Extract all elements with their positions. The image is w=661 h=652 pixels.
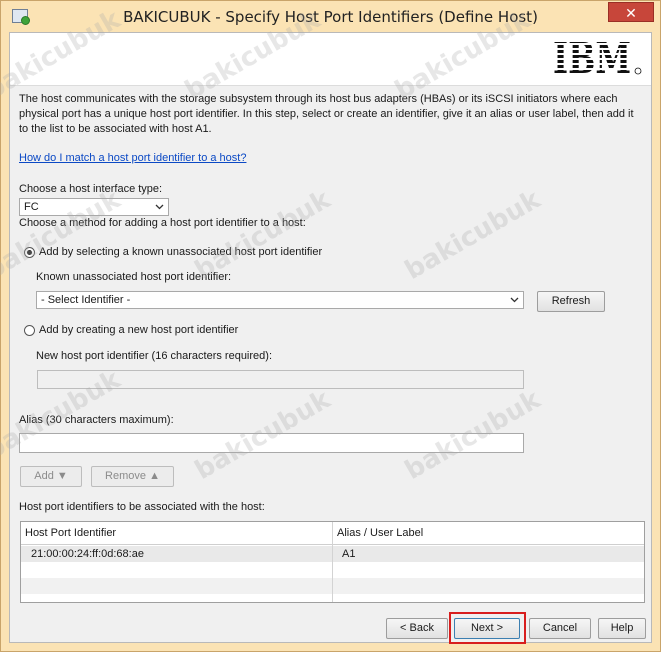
- table-label: Host port identifiers to be associated w…: [19, 501, 265, 513]
- radio-new-label: Add by creating a new host port identifi…: [39, 324, 239, 336]
- help-link[interactable]: How do I match a host port identifier to…: [19, 152, 246, 164]
- cell-identifier: 21:00:00:24:ff:0d:68:ae: [31, 548, 144, 560]
- new-identifier-input[interactable]: [37, 370, 524, 389]
- dialog-body: IBM The host communicates with the stora…: [9, 32, 652, 644]
- alias-input[interactable]: [19, 433, 524, 453]
- column-header-alias[interactable]: Alias / User Label: [333, 522, 423, 544]
- close-button[interactable]: ✕: [608, 2, 654, 22]
- title-bar[interactable]: BAKICUBUK - Specify Host Port Identifier…: [1, 1, 660, 32]
- add-button[interactable]: Add ▼: [20, 466, 82, 487]
- known-identifier-label: Known unassociated host port identifier:: [36, 271, 232, 283]
- radio-known-label: Add by selecting a known unassociated ho…: [39, 246, 323, 258]
- column-divider: [332, 522, 333, 602]
- remove-button[interactable]: Remove ▲: [91, 466, 174, 487]
- alias-label: Alias (30 characters maximum):: [19, 414, 174, 426]
- new-identifier-label: New host port identifier (16 characters …: [36, 350, 272, 362]
- interface-type-label: Choose a host interface type:: [19, 183, 163, 195]
- radio-known-identifier[interactable]: [24, 247, 35, 258]
- interface-type-select[interactable]: FC: [19, 198, 169, 216]
- cancel-button[interactable]: Cancel: [529, 618, 591, 639]
- column-header-identifier[interactable]: Host Port Identifier: [21, 522, 116, 544]
- refresh-button[interactable]: Refresh: [537, 291, 605, 312]
- svg-text:IBM: IBM: [553, 40, 631, 76]
- known-identifier-value: - Select Identifier -: [41, 294, 131, 306]
- interface-type-value: FC: [24, 201, 39, 213]
- chevron-down-icon: [155, 204, 164, 210]
- method-label: Choose a method for adding a host port i…: [19, 217, 306, 229]
- cell-alias: A1: [342, 548, 356, 560]
- description-text: The host communicates with the storage s…: [19, 93, 634, 135]
- help-button[interactable]: Help: [598, 618, 646, 639]
- next-button[interactable]: Next >: [454, 618, 520, 639]
- header-band: IBM: [10, 33, 651, 86]
- host-port-table[interactable]: Host Port Identifier Alias / User Label …: [20, 521, 645, 603]
- ibm-logo: IBM: [553, 40, 642, 76]
- window-title: BAKICUBUK - Specify Host Port Identifier…: [123, 8, 538, 26]
- radio-new-identifier[interactable]: [24, 325, 35, 336]
- chevron-down-icon: [510, 297, 519, 303]
- known-identifier-select[interactable]: - Select Identifier -: [36, 291, 524, 309]
- back-button[interactable]: < Back: [386, 618, 448, 639]
- dialog-window: BAKICUBUK - Specify Host Port Identifier…: [0, 0, 661, 652]
